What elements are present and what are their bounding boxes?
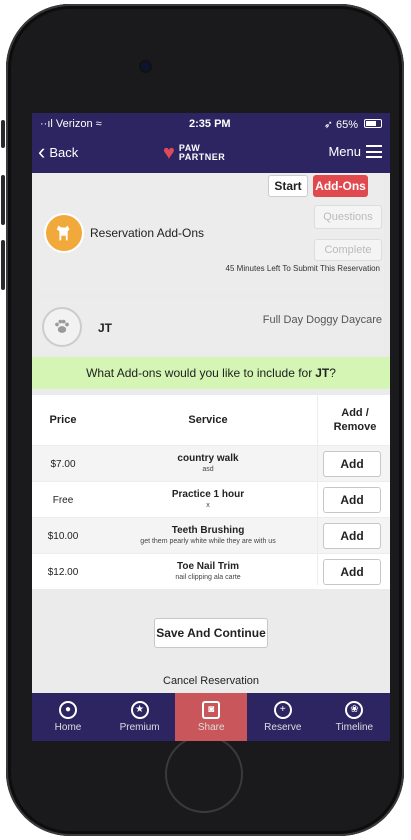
plus-icon: + — [273, 701, 292, 719]
add-button[interactable]: Add — [323, 559, 381, 585]
add-ons-table: Price Service Add / Remove $7.00 country … — [32, 395, 390, 589]
column-divider — [317, 395, 318, 585]
service-desc: x — [206, 502, 210, 509]
status-bar: ··ıl Verizon ≈ 2:35 PM ➶ 65% — [32, 113, 390, 135]
tab-premium[interactable]: ★ Premium — [104, 693, 176, 741]
status-time: 2:35 PM — [189, 118, 231, 130]
tab-label: Timeline — [335, 722, 374, 733]
dog-icon — [56, 225, 70, 241]
tab-label: Share — [197, 722, 225, 733]
battery-icon — [364, 119, 382, 128]
star-icon: ★ — [130, 701, 149, 719]
pet-card: JT Full Day Doggy Daycare — [38, 299, 384, 351]
paw-icon: ❀ — [345, 701, 364, 719]
service-name: Teeth Brushing — [171, 525, 245, 536]
volume-up-button — [1, 175, 5, 225]
main-content: Start Add-Ons Reservation Add-Ons Questi… — [32, 173, 390, 693]
back-label: Back — [49, 144, 79, 160]
table-row: $12.00 Toe Nail Trim nail clipping ala car… — [32, 553, 390, 589]
tab-share[interactable]: ◙ Share — [175, 693, 248, 741]
back-button[interactable]: ‹ Back — [38, 139, 79, 164]
volume-down-button — [1, 240, 5, 290]
menu-button[interactable]: Menu — [328, 144, 382, 159]
prompt-pet-name: JT — [315, 366, 330, 380]
dog-avatar-icon — [44, 213, 84, 253]
mute-switch — [1, 120, 5, 148]
home-hardware-button[interactable] — [165, 735, 243, 813]
tab-home[interactable]: ● Home — [32, 693, 104, 741]
start-button[interactable]: Start — [268, 175, 308, 197]
chevron-left-icon: ‹ — [38, 139, 46, 164]
table-row: $7.00 country walk asd Add — [32, 445, 390, 481]
logo-text: PAW PARTNER — [178, 143, 226, 162]
reservation-card: Start Add-Ons Reservation Add-Ons Questi… — [38, 173, 384, 293]
complete-button[interactable]: Complete — [314, 239, 382, 261]
camera-icon: ◙ — [202, 701, 221, 719]
row-price: Free — [52, 494, 74, 506]
add-button[interactable]: Add — [323, 487, 381, 513]
tab-label: Reserve — [264, 722, 302, 733]
header-add-remove: Add / Remove — [333, 407, 377, 433]
questions-button[interactable]: Questions — [314, 205, 382, 229]
add-button[interactable]: Add — [323, 523, 381, 549]
row-service: country walk asd — [98, 446, 318, 482]
header-service: Service — [188, 414, 228, 426]
table-row: $10.00 Teeth Brushing get them pearly whit… — [32, 517, 390, 553]
front-camera — [141, 62, 150, 71]
user-icon: ● — [59, 701, 77, 719]
add-ons-prompt: What Add-ons would you like to include f… — [32, 357, 390, 389]
row-price: $12.00 — [47, 566, 79, 578]
prompt-text: What Add-ons would you like to include f… — [86, 366, 313, 380]
row-price: $10.00 — [47, 530, 79, 542]
battery-percent: ➶ 65% — [323, 119, 358, 131]
add-button[interactable]: Add — [323, 451, 381, 477]
service-name: country walk — [177, 453, 239, 464]
hamburger-icon — [366, 145, 382, 158]
prompt-suffix: ? — [329, 366, 336, 380]
service-desc: get them pearly white while they are wit… — [140, 538, 276, 545]
phone-frame: ··ıl Verizon ≈ 2:35 PM ➶ 65% ‹ Back ♥ PA… — [0, 0, 411, 840]
time-left-text: 45 Minutes Left To Submit This Reservati… — [225, 264, 380, 273]
paw-heart-icon: ♥ — [163, 142, 175, 164]
cancel-reservation-link[interactable]: Cancel Reservation — [32, 675, 390, 687]
app-screen: ··ıl Verizon ≈ 2:35 PM ➶ 65% ‹ Back ♥ PA… — [32, 113, 390, 693]
table-row: Free Practice 1 hour x Add — [32, 481, 390, 517]
service-desc: asd — [202, 466, 214, 473]
tab-label: Premium — [119, 722, 160, 733]
add-ons-button[interactable]: Add-Ons — [313, 175, 368, 197]
header-price: Price — [49, 414, 77, 426]
nav-bar: ‹ Back ♥ PAW PARTNER Menu — [32, 135, 390, 173]
reservation-title: Reservation Add-Ons — [90, 226, 205, 240]
tab-label: Home — [54, 722, 82, 733]
row-service: Teeth Brushing get them pearly white whil… — [98, 518, 318, 554]
row-service: Practice 1 hour x — [98, 482, 318, 518]
tab-reserve[interactable]: + Reserve — [247, 693, 319, 741]
pet-service: Full Day Doggy Daycare — [262, 314, 382, 326]
row-price: $7.00 — [50, 458, 76, 470]
service-name: Practice 1 hour — [171, 489, 245, 500]
paw-avatar-icon — [42, 307, 82, 347]
tab-bar: ● Home ★ Premium ◙ Share + Reserve ❀ Timeline — [32, 693, 390, 741]
service-name: Toe Nail Trim — [176, 561, 240, 572]
menu-label: Menu — [328, 144, 361, 159]
app-logo: ♥ PAW PARTNER — [163, 143, 225, 163]
carrier-label: ··ıl Verizon ≈ — [40, 118, 102, 130]
save-continue-button[interactable]: Save And Continue — [154, 618, 268, 648]
tab-timeline[interactable]: ❀ Timeline — [318, 693, 390, 741]
paw-icon — [55, 319, 69, 333]
service-desc: nail clipping ala carte — [175, 574, 241, 581]
pet-name: JT — [98, 321, 113, 335]
row-service: Toe Nail Trim nail clipping ala carte — [98, 554, 318, 590]
